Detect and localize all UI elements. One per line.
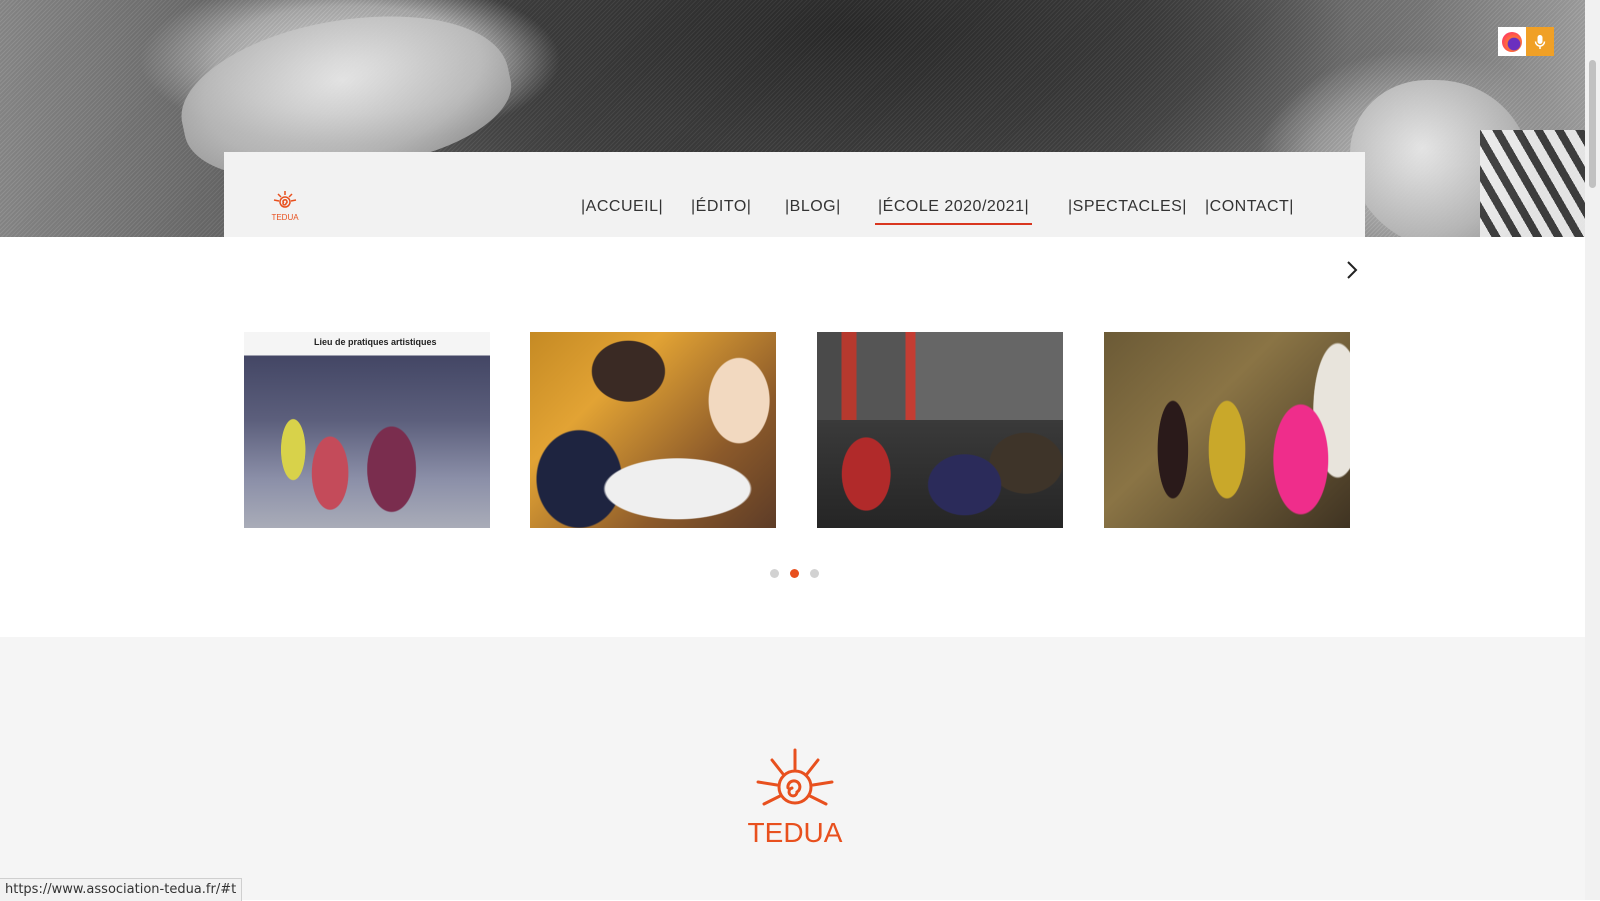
- nav-item-spectacles[interactable]: |SPECTACLES|: [1068, 198, 1187, 216]
- carousel-photo-2[interactable]: [530, 332, 776, 528]
- nav-item-edito[interactable]: |ÉDITO|: [691, 198, 751, 216]
- microphone-icon[interactable]: [1526, 27, 1554, 56]
- vertical-scrollbar[interactable]: [1585, 0, 1600, 900]
- footer: TEDUA: [0, 637, 1585, 900]
- main-navbar: TEDUA |ACCUEIL| |ÉDITO| |BLOG| |ÉCOLE 20…: [224, 152, 1365, 238]
- carousel-photo-3[interactable]: [817, 332, 1063, 528]
- nav-item-contact[interactable]: |CONTACT|: [1205, 198, 1294, 216]
- carousel-dot-1[interactable]: [770, 569, 779, 578]
- photo-sign-text: Lieu de pratiques artistiques: [314, 337, 437, 347]
- nav-item-accueil[interactable]: |ACCUEIL|: [581, 198, 663, 216]
- nav-menu: |ACCUEIL| |ÉDITO| |BLOG| |ÉCOLE 2020/202…: [224, 152, 1365, 237]
- carousel-pagination: [770, 569, 819, 578]
- scrollbar-thumb[interactable]: [1589, 60, 1596, 188]
- nav-item-ecole[interactable]: |ÉCOLE 2020/2021|: [874, 198, 1033, 225]
- nav-item-blog[interactable]: |BLOG|: [785, 198, 841, 216]
- hero-striped-shirt: [1480, 130, 1585, 237]
- footer-logo-text: TEDUA: [748, 817, 843, 848]
- status-bar-url: https://www.association-tedua.fr/#t: [0, 878, 243, 901]
- carousel-dot-3[interactable]: [810, 569, 819, 578]
- photo-carousel: Lieu de pratiques artistiques: [0, 237, 1585, 637]
- chevron-right-icon[interactable]: [1342, 255, 1362, 285]
- carousel-photo-4[interactable]: [1104, 332, 1350, 528]
- tedua-logo-footer[interactable]: TEDUA: [740, 744, 850, 854]
- carousel-photo-1[interactable]: Lieu de pratiques artistiques: [244, 332, 490, 528]
- carousel-dot-2[interactable]: [790, 569, 799, 578]
- browser-extension-icons: [1498, 27, 1554, 56]
- firefox-icon[interactable]: [1498, 27, 1526, 56]
